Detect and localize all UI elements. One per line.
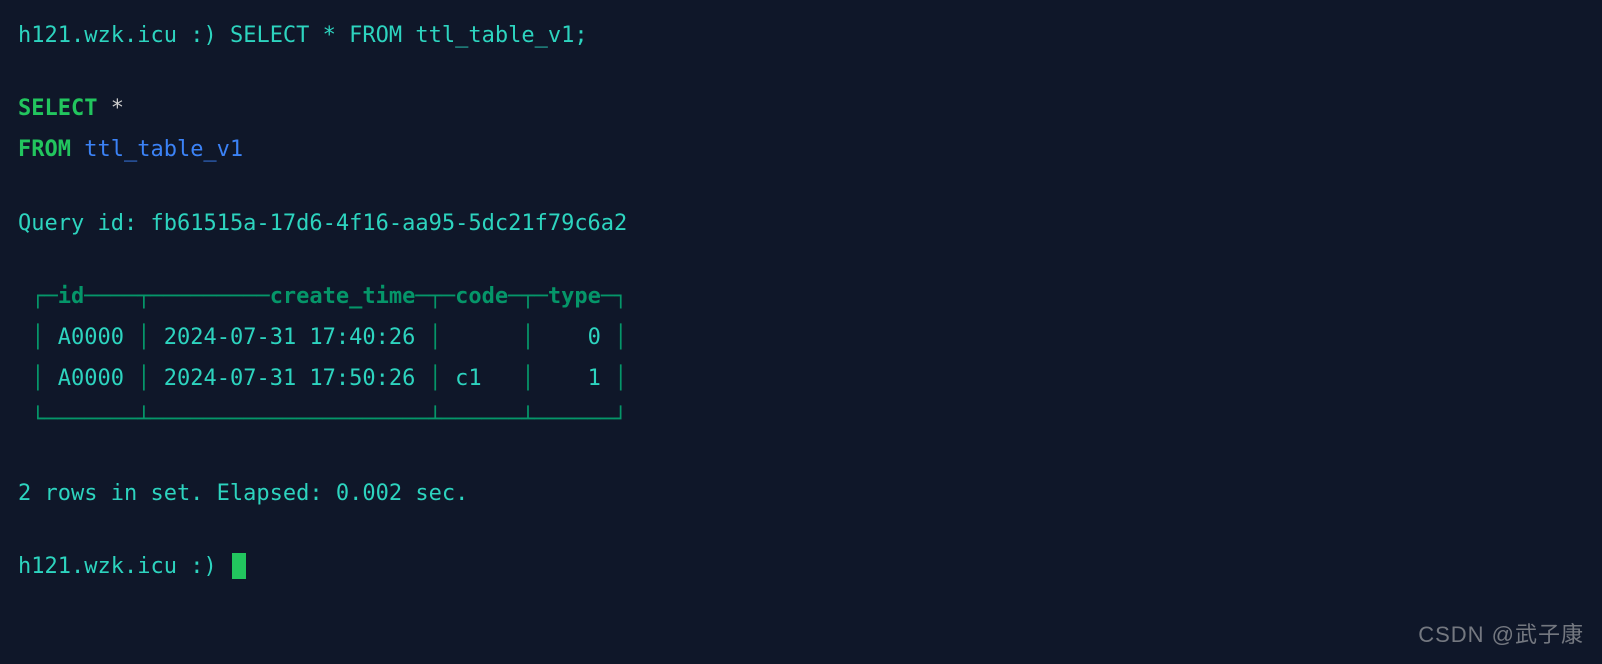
cell-code: [455, 325, 508, 350]
keyword-from: FROM: [18, 137, 71, 162]
table-identifier: ttl_table_v1: [71, 137, 243, 162]
table-row: │ A0000 │ 2024-07-31 17:40:26 │ │ 0 │: [18, 320, 1584, 355]
watermark: CSDN @武子康: [1418, 617, 1584, 652]
prompt-smiley: :): [177, 23, 230, 48]
echo-sql-line-2: FROM ttl_table_v1: [18, 132, 1584, 167]
cell-id: A0000: [58, 325, 124, 350]
cell-create-time: 2024-07-31 17:50:26: [164, 366, 416, 391]
blank-line: [18, 59, 1584, 91]
col-header-code: code: [455, 284, 508, 309]
keyword-select: SELECT: [18, 96, 97, 121]
star: *: [97, 96, 124, 121]
sql-input: SELECT * FROM ttl_table_v1;: [230, 23, 588, 48]
col-header-id: id: [58, 284, 85, 309]
prompt-host: h121.wzk.icu: [18, 554, 177, 579]
query-id-label: Query id:: [18, 211, 137, 236]
prompt-smiley: :): [177, 554, 230, 579]
blank-line: [18, 444, 1584, 476]
table-top-border: ┌─id────┬─────────create_time─┬─code─┬─t…: [18, 279, 1584, 314]
cell-id: A0000: [58, 366, 124, 391]
cell-create-time: 2024-07-31 17:40:26: [164, 325, 416, 350]
blank-line: [18, 517, 1584, 549]
col-header-create-time: create_time: [270, 284, 416, 309]
cursor-block: [232, 553, 246, 579]
query-id-value: fb61515a-17d6-4f16-aa95-5dc21f79c6a2: [150, 211, 627, 236]
table-bottom-border: └───────┴─────────────────────┴──────┴──…: [18, 402, 1584, 437]
cell-code: c1: [455, 366, 482, 391]
cell-type: 1: [588, 366, 601, 391]
prompt-line-2[interactable]: h121.wzk.icu :): [18, 549, 1584, 584]
blank-line: [18, 247, 1584, 279]
query-id-line: Query id: fb61515a-17d6-4f16-aa95-5dc21f…: [18, 206, 1584, 241]
prompt-host: h121.wzk.icu: [18, 23, 177, 48]
prompt-line-1[interactable]: h121.wzk.icu :) SELECT * FROM ttl_table_…: [18, 18, 1584, 53]
col-header-type: type: [548, 284, 601, 309]
echo-sql-line-1: SELECT *: [18, 91, 1584, 126]
cell-type: 0: [588, 325, 601, 350]
table-row: │ A0000 │ 2024-07-31 17:50:26 │ c1 │ 1 │: [18, 361, 1584, 396]
blank-line: [18, 174, 1584, 206]
status-line: 2 rows in set. Elapsed: 0.002 sec.: [18, 476, 1584, 511]
